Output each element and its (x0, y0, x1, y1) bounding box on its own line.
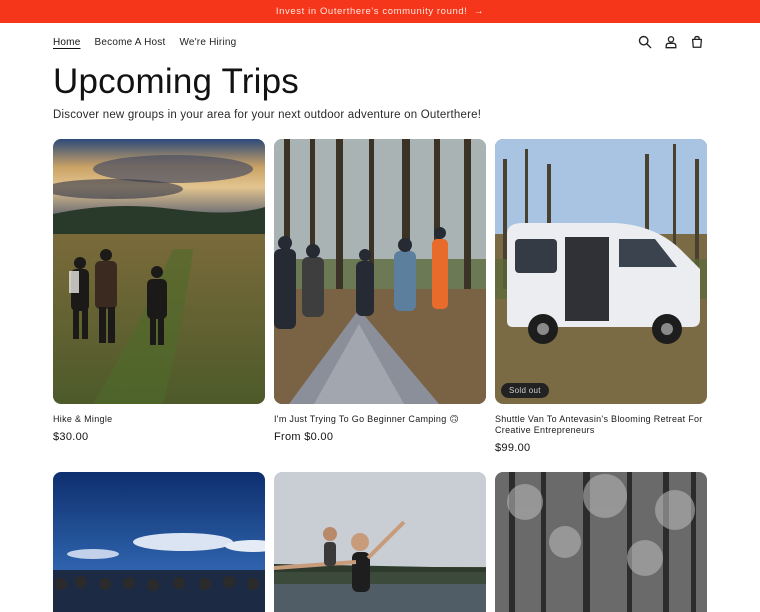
search-icon[interactable] (638, 35, 652, 49)
main-nav: Home Become A Host We're Hiring (53, 23, 236, 61)
product-name[interactable]: Shuttle Van To Antevasin's Blooming Retr… (495, 414, 707, 436)
product-price: $99.00 (495, 442, 531, 454)
product-image[interactable] (53, 472, 265, 612)
product-card-row2-2[interactable] (274, 472, 486, 612)
product-price: $30.00 (53, 431, 89, 443)
product-card-shuttle-van[interactable]: Sold out Shuttle Van To Antevasin's Bloo… (495, 139, 707, 454)
product-image[interactable] (274, 139, 486, 404)
site-header: Home Become A Host We're Hiring (0, 23, 760, 61)
sold-out-badge: Sold out (501, 383, 549, 398)
nav-become-a-host[interactable]: Become A Host (94, 37, 165, 48)
product-name[interactable]: Hike & Mingle (53, 414, 265, 425)
arrow-right-icon: → (473, 6, 485, 17)
product-card-row2-3[interactable] (495, 472, 707, 612)
product-card-beginner-camping[interactable]: I'm Just Trying To Go Beginner Camping 🙃… (274, 139, 486, 443)
page-title: Upcoming Trips (53, 62, 299, 101)
product-image[interactable] (274, 472, 486, 612)
product-card-row2-1[interactable] (53, 472, 265, 612)
product-price: From $0.00 (274, 431, 334, 443)
announcement-text[interactable]: Invest in Outerthere's community round! (276, 6, 468, 17)
account-icon[interactable] (664, 35, 678, 49)
nav-home[interactable]: Home (53, 37, 80, 48)
announcement-bar[interactable]: Invest in Outerthere's community round! … (0, 0, 760, 23)
product-image[interactable] (495, 472, 707, 612)
product-card-hike-mingle[interactable]: Hike & Mingle $30.00 (53, 139, 265, 443)
product-name[interactable]: I'm Just Trying To Go Beginner Camping 🙃 (274, 414, 486, 425)
page-subtitle: Discover new groups in your area for you… (53, 109, 482, 121)
nav-were-hiring[interactable]: We're Hiring (179, 37, 236, 48)
product-image[interactable]: Sold out (495, 139, 707, 404)
product-image[interactable] (53, 139, 265, 404)
header-icons (638, 23, 704, 61)
cart-icon[interactable] (690, 35, 704, 49)
